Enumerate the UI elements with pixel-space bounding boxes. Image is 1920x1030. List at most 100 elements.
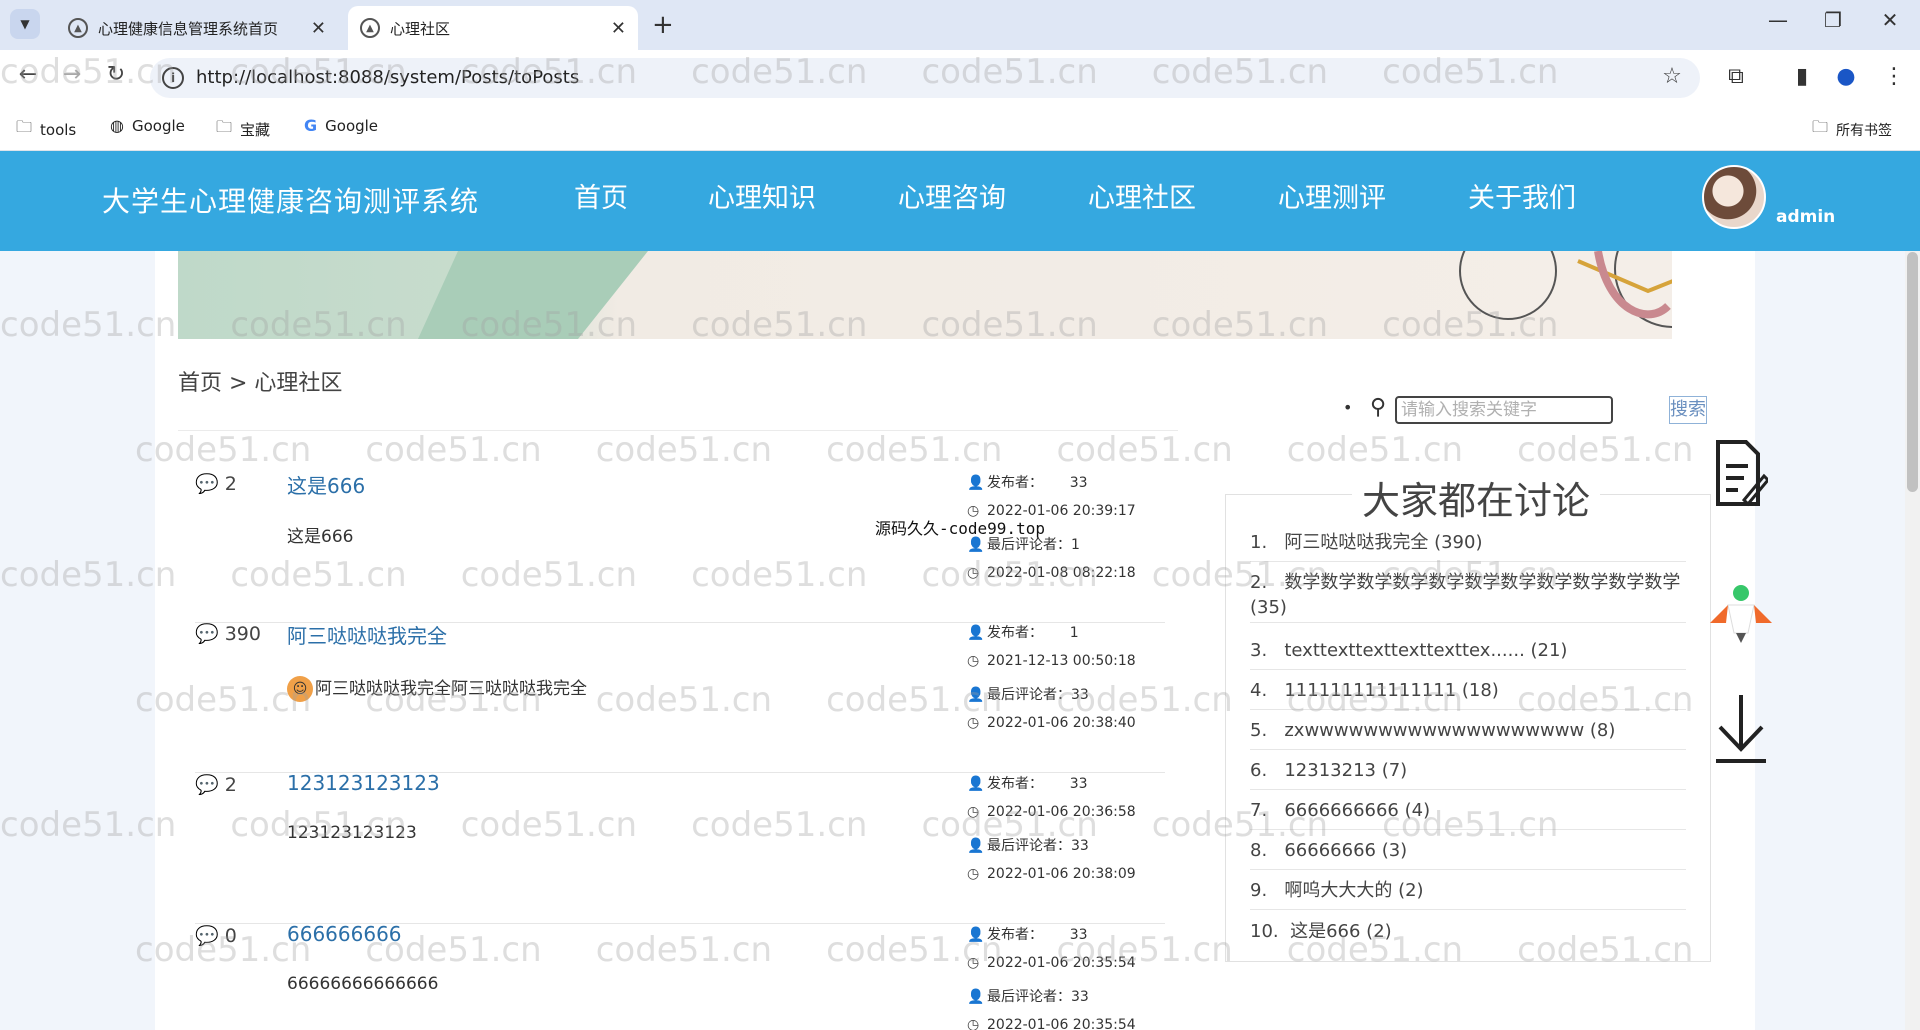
hot-topic-item[interactable]: 4. 111111111111111 (18)	[1250, 678, 1686, 710]
bookmark-google[interactable]: ◍ Google	[110, 116, 185, 135]
post-last-commenter: 👤 最后评论者：33	[967, 989, 1089, 1005]
tab-title: 心理健康信息管理系统首页	[98, 19, 279, 38]
post-excerpt: 这是666	[287, 527, 354, 547]
clock-icon: ◷	[967, 565, 980, 581]
close-icon[interactable]: ✕	[311, 18, 326, 39]
profile-icon[interactable]: ●	[1830, 64, 1862, 89]
comment-count: 💬 2	[195, 774, 237, 796]
nav-consult[interactable]: 心理咨询	[898, 176, 1006, 215]
banner-image	[178, 251, 1672, 339]
post-title[interactable]: 666666666	[287, 924, 402, 946]
post-author: 👤 发布者： 1	[967, 625, 1079, 641]
post-author: 👤 发布者： 33	[967, 475, 1088, 491]
bookmark-star-icon[interactable]: ☆	[1656, 64, 1688, 89]
bookmark-google-2[interactable]: G Google	[304, 116, 378, 135]
user-icon: 👤	[967, 687, 985, 703]
all-bookmarks[interactable]: 🗀 所有书签	[1812, 116, 1892, 143]
post-row: 💬 2 这是666 这是666 👤 发布者： 33 ◷ 2022-01-06 20:…	[195, 472, 1165, 623]
extensions-icon[interactable]: ⧉	[1720, 64, 1752, 89]
avatar[interactable]	[1702, 165, 1766, 229]
hot-topic-item[interactable]: 5. zxwwwwwwwwwwwwwwwwwww (8)	[1250, 718, 1686, 750]
post-last-time: ◷ 2022-01-08 08:22:18	[967, 565, 1136, 581]
comment-count: 💬 390	[195, 623, 261, 645]
post-created-time: ◷ 2022-01-06 20:36:58	[967, 804, 1136, 820]
bookmark-treasure[interactable]: 🗀 宝藏	[216, 116, 270, 143]
sidebar-icon[interactable]: ▮	[1786, 64, 1818, 89]
post-excerpt: 123123123123	[287, 823, 417, 843]
reload-icon[interactable]: ↻	[100, 62, 132, 87]
hot-topics-title: 大家都在讨论	[1352, 470, 1601, 525]
hot-topic-item[interactable]: 8. 66666666 (3)	[1250, 838, 1686, 870]
post-created-time: ◷ 2022-01-06 20:35:54	[967, 955, 1136, 971]
comment-count: 💬 0	[195, 925, 237, 947]
bookmark-tools[interactable]: 🗀 tools	[16, 116, 76, 143]
folder-icon: 🗀	[1812, 117, 1829, 136]
download-icon[interactable]	[1714, 693, 1768, 769]
clock-icon: ◷	[967, 955, 980, 971]
site-favicon-icon: ▲	[360, 18, 380, 38]
post-excerpt: ☺ 阿三哒哒哒我完全阿三哒哒哒我完全	[287, 674, 587, 702]
clock-icon: ◷	[967, 653, 980, 669]
post-title[interactable]: 这是666	[287, 470, 365, 499]
url-text[interactable]: http://localhost:8088/system/Posts/toPos…	[196, 67, 579, 88]
search-input[interactable]	[1395, 396, 1613, 424]
post-last-time: ◷ 2022-01-06 20:38:09	[967, 866, 1136, 882]
folder-icon: 🗀	[216, 117, 233, 136]
search-icon: ⚲	[1370, 395, 1387, 420]
write-post-icon[interactable]	[1714, 438, 1771, 523]
new-tab-icon[interactable]: +	[652, 10, 674, 40]
clock-icon: ◷	[967, 715, 980, 731]
nav-assessment[interactable]: 心理测评	[1278, 176, 1386, 215]
nav-home[interactable]: 首页	[574, 176, 628, 215]
folder-icon: 🗀	[16, 117, 33, 136]
rocket-top-icon[interactable]	[1708, 583, 1774, 649]
post-author: 👤 发布者： 33	[967, 927, 1088, 943]
post-last-time: ◷ 2022-01-06 20:38:40	[967, 715, 1136, 731]
clock-icon: ◷	[967, 866, 980, 882]
tab-search-dropdown[interactable]: ▼	[10, 9, 40, 39]
divider	[178, 430, 1178, 431]
hot-topic-item[interactable]: 6. 12313213 (7)	[1250, 758, 1686, 790]
hot-topic-item[interactable]: 1. 阿三哒哒哒我完全 (390)	[1250, 530, 1686, 562]
forward-icon[interactable]: →	[56, 62, 88, 87]
nav-knowledge[interactable]: 心理知识	[708, 176, 816, 215]
nav-community[interactable]: 心理社区	[1088, 176, 1196, 215]
comment-count: 💬 2	[195, 473, 237, 495]
post-row: 💬 2 123123123123 123123123123 👤 发布者： 33 ◷…	[195, 771, 1165, 924]
site-title[interactable]: 大学生心理健康咨询测评系统	[102, 180, 479, 220]
hot-topic-item[interactable]: 9. 啊呜大大大的 (2)	[1250, 878, 1686, 910]
close-icon[interactable]: ✕	[611, 18, 626, 39]
post-row: 💬 390 阿三哒哒哒我完全 ☺ 阿三哒哒哒我完全阿三哒哒哒我完全 👤 发布者： 1…	[195, 622, 1165, 773]
post-title[interactable]: 123123123123	[287, 771, 440, 795]
hot-topic-item[interactable]: 3. texttexttexttexttexttex...... (21)	[1250, 638, 1686, 670]
browser-tab-home[interactable]: ▲ 心理健康信息管理系统首页 ✕	[56, 6, 338, 50]
hot-topic-item[interactable]: 7. 6666666666 (4)	[1250, 798, 1686, 830]
scrollbar-thumb[interactable]	[1907, 252, 1918, 492]
post-created-time: ◷ 2021-12-13 00:50:18	[967, 653, 1136, 669]
clock-icon: ◷	[967, 804, 980, 820]
menu-icon[interactable]: ⋮	[1878, 64, 1910, 89]
browser-tab-community[interactable]: ▲ 心理社区 ✕	[348, 6, 638, 50]
site-info-icon[interactable]: i	[162, 67, 184, 89]
bullet-dot: •	[1343, 398, 1353, 417]
username[interactable]: admin	[1776, 207, 1835, 227]
post-excerpt: 66666666666666	[287, 974, 439, 994]
back-icon[interactable]: ←	[12, 62, 44, 87]
post-title[interactable]: 阿三哒哒哒我完全	[287, 620, 447, 649]
search-button[interactable]: 搜索	[1669, 396, 1707, 424]
site-favicon-icon: ▲	[68, 18, 88, 38]
hot-topic-item[interactable]: 10. 这是666 (2)	[1250, 919, 1686, 950]
restore-icon[interactable]: ❐	[1813, 8, 1853, 32]
post-last-commenter: 👤 最后评论者：33	[967, 838, 1089, 854]
post-row: 💬 0 666666666 66666666666666 👤 发布者： 33 ◷ 2…	[195, 924, 1165, 1030]
emoji-icon: ☺	[287, 676, 313, 702]
user-icon: 👤	[967, 838, 985, 854]
hot-topic-item[interactable]: 2. 数学数学数学数学数学数学数学数学数学数学数学 (35)	[1250, 570, 1686, 623]
post-last-commenter: 👤 最后评论者：33	[967, 687, 1089, 703]
minimize-icon[interactable]: —	[1758, 8, 1798, 32]
close-window-icon[interactable]: ✕	[1870, 8, 1910, 32]
source-overlay-text: 源码久久-code99.top	[875, 519, 1045, 538]
post-last-time: ◷ 2022-01-06 20:35:54	[967, 1017, 1136, 1030]
user-icon: 👤	[967, 989, 985, 1005]
nav-about[interactable]: 关于我们	[1468, 176, 1576, 215]
